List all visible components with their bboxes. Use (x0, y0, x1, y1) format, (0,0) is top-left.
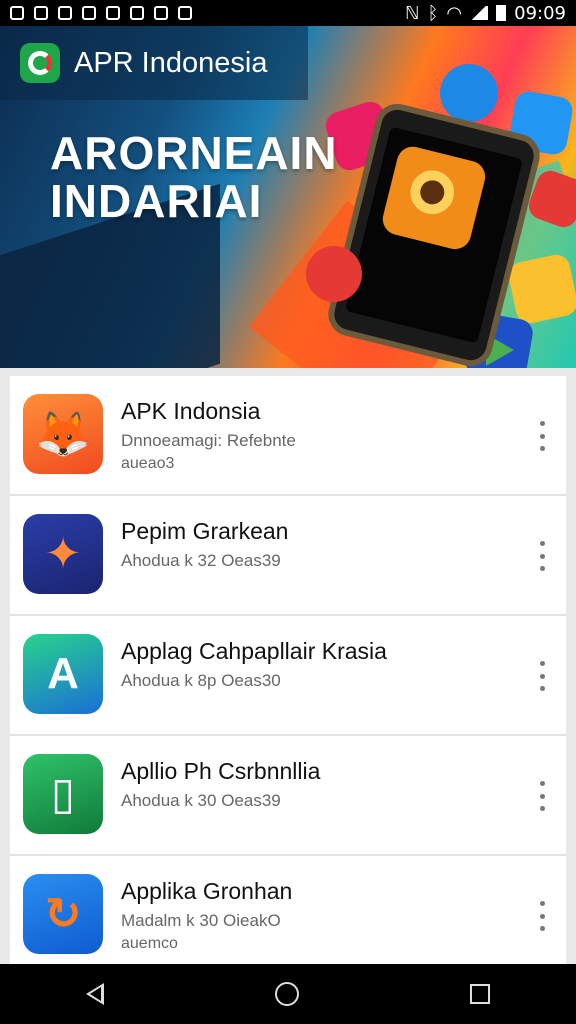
status-bar: ℕ ᛒ ◠ 09:09 (0, 0, 576, 26)
banner-headline: ARORNEAIN INDARIAI (50, 129, 338, 225)
more-options-icon[interactable] (530, 418, 554, 454)
list-item[interactable]: ▯ Apllio Ph Csrbnnllia Ahodua k 30 Oeas3… (10, 736, 566, 856)
mascot-character-icon (306, 246, 362, 302)
app-name: Apllio Ph Csrbnnllia (121, 758, 321, 784)
app-name: Pepim Grarkean (121, 518, 289, 544)
app-subtitle: Dnnoeamagi: Refebnte (121, 431, 296, 450)
app-subtitle-2: auemco (121, 935, 178, 952)
more-options-icon[interactable] (530, 778, 554, 814)
notification-icon (58, 6, 72, 20)
colorful-swirl-icon: ✦ (23, 514, 103, 594)
wifi-icon: ◠ (446, 2, 463, 24)
headline-line-2: INDARIAI (50, 175, 263, 227)
clock: 09:09 (514, 2, 566, 24)
app-subtitle-2: aueao3 (121, 455, 175, 472)
app-name: Applag Cahpapllair Krasia (121, 638, 387, 664)
app-name: Applika Gronhan (121, 878, 293, 904)
list-item[interactable]: 🦊 APK Indonsia Dnnoeamagi: Refebnte auea… (10, 376, 566, 496)
notification-icon (82, 6, 96, 20)
phone-screen (345, 126, 523, 344)
battery-icon (496, 5, 507, 21)
list-item[interactable]: ↻ Applika Gronhan Madalm k 30 OieakO aue… (10, 856, 566, 964)
headline-line-1: ARORNEAIN (50, 127, 338, 179)
app-title: APR Indonesia (74, 46, 268, 79)
app-list: 🦊 APK Indonsia Dnnoeamagi: Refebnte auea… (10, 376, 566, 964)
notification-icon (130, 6, 144, 20)
floating-app-icon (440, 64, 498, 122)
list-item[interactable]: ✦ Pepim Grarkean Ahodua k 32 Oeas39 (10, 496, 566, 616)
system-icons: ℕ ᛒ ◠ 09:09 (405, 3, 566, 24)
app-subtitle: Ahodua k 8p Oeas30 (121, 671, 281, 690)
recent-apps-icon[interactable] (470, 984, 491, 1004)
notification-icon (178, 6, 192, 20)
mascot-app-icon (379, 143, 489, 253)
phone-character-icon: ▯ (23, 754, 103, 834)
app-subtitle: Madalm k 30 OieakO (121, 911, 281, 930)
more-options-icon[interactable] (530, 658, 554, 694)
list-item[interactable]: A Applag Cahpapllair Krasia Ahodua k 8p … (10, 616, 566, 736)
app-header: APR Indonesia (0, 26, 308, 100)
home-icon[interactable] (274, 982, 299, 1006)
floating-app-icon (506, 252, 576, 326)
notification-icon (34, 6, 48, 20)
navigation-bar (0, 964, 576, 1024)
notification-icon (106, 6, 120, 20)
more-options-icon[interactable] (530, 898, 554, 934)
notification-icons (10, 6, 192, 20)
hero-banner[interactable]: APR Indonesia ARORNEAIN INDARIAI (0, 26, 576, 368)
app-logo-icon (20, 43, 60, 83)
more-options-icon[interactable] (530, 538, 554, 574)
notification-icon (154, 6, 168, 20)
app-subtitle: Ahodua k 32 Oeas39 (121, 551, 281, 570)
signal-icon (470, 6, 489, 20)
fox-mascot-icon: 🦊 (23, 394, 103, 474)
app-subtitle: Ahodua k 30 Oeas39 (121, 791, 281, 810)
refresh-swirl-icon: ↻ (23, 874, 103, 954)
bluetooth-icon: ᛒ (427, 2, 439, 24)
back-icon[interactable] (85, 983, 104, 1005)
app-name: APK Indonsia (121, 398, 261, 424)
nfc-icon: ℕ (405, 2, 420, 24)
letter-a-icon: A (23, 634, 103, 714)
notification-icon (10, 6, 24, 20)
